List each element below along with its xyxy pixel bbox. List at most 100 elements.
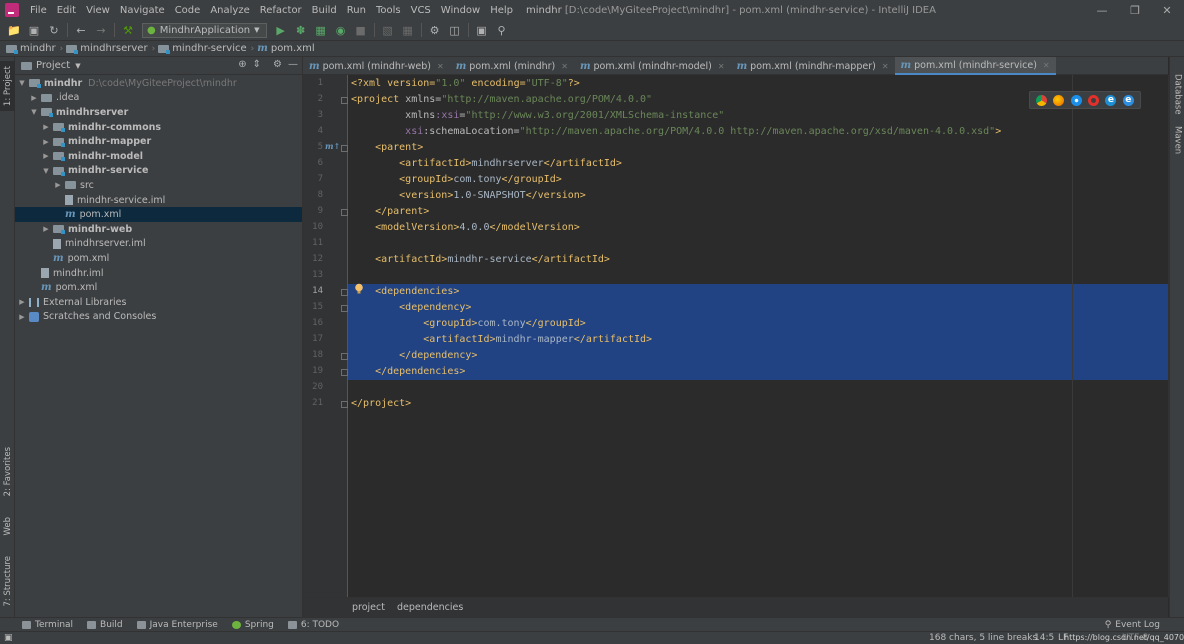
run-configuration-select[interactable]: ● MindhrApplication ▼: [142, 22, 267, 38]
tree-item[interactable]: ▶ mindhr-mapper: [15, 134, 302, 149]
tree-item[interactable]: ▶ mindhr-web: [15, 222, 302, 237]
editor-tab[interactable]: m pom.xml (mindhr-model) ✕: [574, 57, 731, 75]
lightbulb-icon[interactable]: [354, 283, 364, 295]
menu-view[interactable]: View: [81, 5, 115, 16]
chevron-right-icon[interactable]: ▶: [41, 152, 51, 160]
chevron-down-icon[interactable]: ▼: [41, 167, 51, 175]
editor-tab[interactable]: m pom.xml (mindhr) ✕: [450, 57, 574, 75]
firefox-icon[interactable]: [1053, 94, 1065, 106]
breadcrumb-pom-xml[interactable]: m pom.xml: [257, 43, 314, 54]
tab-maven[interactable]: Maven: [1170, 121, 1184, 159]
presentation-icon[interactable]: ▣: [474, 22, 490, 38]
menu-window[interactable]: Window: [436, 5, 485, 16]
settings-wrench-icon[interactable]: ⚙: [427, 22, 443, 38]
internet-explorer-icon[interactable]: e: [1105, 94, 1117, 106]
run-icon[interactable]: ▶: [273, 22, 289, 38]
chevron-right-icon[interactable]: ▶: [41, 138, 51, 146]
editor-tab[interactable]: m pom.xml (mindhr-service) ✕: [894, 57, 1056, 75]
code-editor[interactable]: <?xml version="1.0" encoding="UTF-8"?> <p…: [348, 75, 1168, 597]
opera-icon[interactable]: [1088, 94, 1100, 106]
tree-item[interactable]: m pom.xml: [15, 280, 302, 295]
tree-item[interactable]: ▼ mindhr D:\code\MyGiteeProject\mindhr: [15, 76, 302, 91]
editor-breadcrumb-project[interactable]: project: [352, 602, 385, 613]
close-icon[interactable]: ✕: [1150, 0, 1184, 20]
chevron-right-icon[interactable]: ▶: [29, 94, 39, 102]
tree-item[interactable]: ▶ src: [15, 178, 302, 193]
open-folder-icon[interactable]: 📁: [6, 22, 22, 38]
minimize-icon[interactable]: —: [1085, 0, 1119, 20]
tree-item[interactable]: ▶ Scratches and Consoles: [15, 310, 302, 325]
coverage-icon[interactable]: ▦: [313, 22, 329, 38]
spring-button[interactable]: Spring: [231, 620, 274, 630]
menu-code[interactable]: Code: [170, 5, 206, 16]
hide-panel-icon[interactable]: —: [288, 59, 298, 70]
attach-debugger-icon[interactable]: ▧: [380, 22, 396, 38]
editor-breadcrumb-dependencies[interactable]: dependencies: [397, 602, 463, 613]
tree-item[interactable]: ▶ .idea: [15, 91, 302, 106]
tab-project[interactable]: 1: Project: [0, 61, 15, 111]
menu-analyze[interactable]: Analyze: [205, 5, 254, 16]
project-view-select[interactable]: Project: [36, 60, 70, 71]
chevron-right-icon[interactable]: ▶: [41, 225, 51, 233]
fold-marker-icon[interactable]: [341, 353, 348, 360]
fold-marker-icon[interactable]: [341, 289, 348, 296]
close-tab-icon[interactable]: ✕: [718, 62, 725, 71]
tree-item[interactable]: ▶ mindhr-commons: [15, 120, 302, 135]
build-hammer-icon[interactable]: ⚒: [120, 22, 136, 38]
terminal-button[interactable]: Terminal: [22, 620, 73, 630]
menu-build[interactable]: Build: [307, 5, 342, 16]
profile-icon[interactable]: ◉: [333, 22, 349, 38]
close-tab-icon[interactable]: ✕: [1043, 61, 1050, 70]
chevron-down-icon[interactable]: ▼: [29, 108, 39, 116]
tree-item[interactable]: ▼ mindhrserver: [15, 105, 302, 120]
fold-marker-icon[interactable]: [341, 145, 348, 152]
tab-database[interactable]: Database: [1170, 74, 1184, 115]
chevron-down-icon[interactable]: ▼: [75, 62, 80, 70]
menu-tools[interactable]: Tools: [371, 5, 406, 16]
fold-marker-icon[interactable]: [341, 209, 348, 216]
tree-item[interactable]: mindhr.iml: [15, 266, 302, 281]
editor-tab[interactable]: m pom.xml (mindhr-mapper) ✕: [731, 57, 895, 75]
chevron-right-icon[interactable]: ▶: [41, 123, 51, 131]
sync-icon[interactable]: ↻: [46, 22, 62, 38]
tree-item[interactable]: mindhr-service.iml: [15, 193, 302, 208]
chevron-right-icon[interactable]: ▶: [17, 313, 27, 321]
breadcrumb-mindhrserver[interactable]: mindhrserver: [66, 43, 148, 54]
tree-item[interactable]: ▶ mindhr-model: [15, 149, 302, 164]
menu-help[interactable]: Help: [485, 5, 518, 16]
editor-tab[interactable]: m pom.xml (mindhr-web) ✕: [303, 57, 450, 75]
forward-arrow-icon[interactable]: →: [93, 22, 109, 38]
tree-item[interactable]: ▼ mindhr-service: [15, 164, 302, 179]
safari-icon[interactable]: [1070, 94, 1082, 106]
gear-icon[interactable]: ⚙: [273, 59, 282, 70]
maven-parent-marker-icon[interactable]: m↑: [325, 141, 340, 151]
edge-icon[interactable]: e: [1122, 94, 1134, 106]
menu-run[interactable]: Run: [342, 5, 371, 16]
back-arrow-icon[interactable]: ←: [73, 22, 89, 38]
project-structure-icon[interactable]: ◫: [447, 22, 463, 38]
update-running-icon[interactable]: ▦: [400, 22, 416, 38]
tree-item[interactable]: m pom.xml: [15, 207, 302, 222]
build-button[interactable]: Build: [87, 620, 123, 630]
chevron-right-icon[interactable]: ▶: [53, 181, 63, 189]
fold-marker-icon[interactable]: [341, 305, 348, 312]
search-icon[interactable]: ⚲: [494, 22, 510, 38]
fold-marker-icon[interactable]: [341, 401, 348, 408]
chrome-icon[interactable]: [1036, 94, 1048, 106]
restore-icon[interactable]: ❐: [1118, 0, 1152, 20]
fold-marker-icon[interactable]: [341, 97, 348, 104]
event-log-button[interactable]: ⚲ Event Log: [1105, 620, 1160, 630]
chevron-right-icon[interactable]: ▶: [17, 298, 27, 306]
tab-structure[interactable]: 7: Structure: [0, 551, 15, 611]
menu-refactor[interactable]: Refactor: [255, 5, 307, 16]
todo-button[interactable]: 6: TODO: [287, 620, 339, 630]
close-tab-icon[interactable]: ✕: [561, 62, 568, 71]
tree-item[interactable]: ▶ External Libraries: [15, 295, 302, 310]
save-icon[interactable]: ▣: [26, 22, 42, 38]
stop-icon[interactable]: ■: [353, 22, 369, 38]
caret-position[interactable]: 14:5: [1034, 633, 1054, 643]
tab-web[interactable]: Web: [0, 509, 15, 544]
locate-file-icon[interactable]: ⊕: [238, 59, 246, 70]
status-toggle-icon[interactable]: ▣: [4, 633, 13, 643]
menu-file[interactable]: File: [25, 5, 52, 16]
